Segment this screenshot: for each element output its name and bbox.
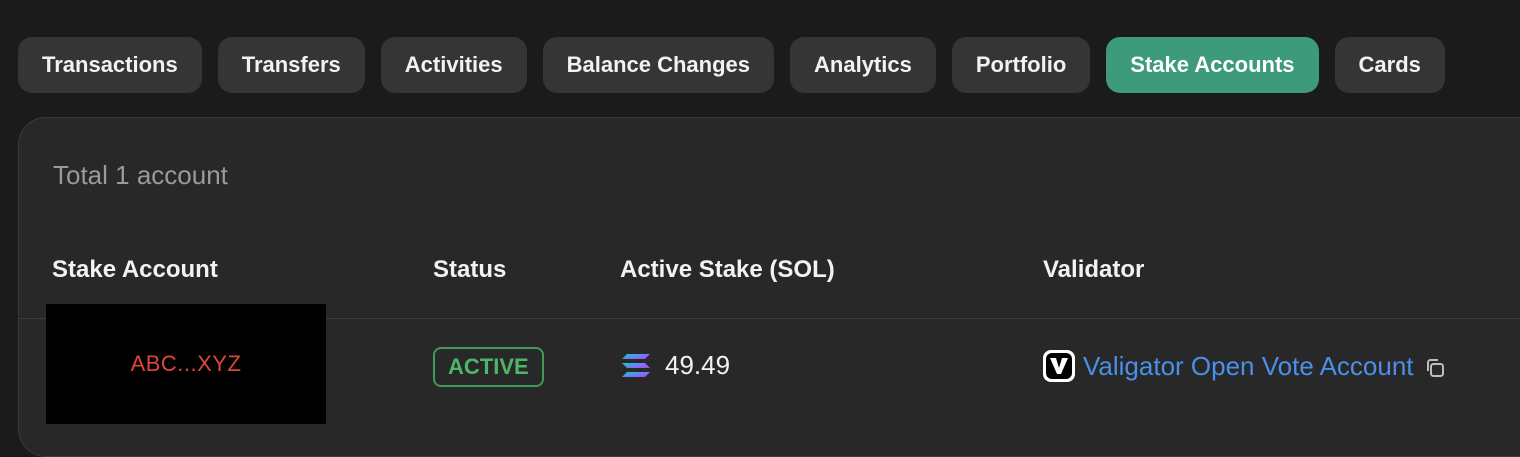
- validator-link[interactable]: Valigator Open Vote Account: [1083, 351, 1414, 382]
- active-stake-value: 49.49: [665, 350, 731, 380]
- tab-activities[interactable]: Activities: [380, 37, 527, 93]
- solana-icon: [622, 353, 650, 377]
- tab-analytics[interactable]: Analytics: [790, 37, 936, 93]
- tab-transactions[interactable]: Transactions: [18, 37, 202, 93]
- stake-accounts-panel: Total 1 account Stake Account Status Act…: [18, 117, 1520, 457]
- validator-cell: Valigator Open Vote Account: [1043, 350, 1446, 382]
- stake-account-address[interactable]: ABC...XYZ: [131, 351, 242, 377]
- header-stake-account: Stake Account: [52, 256, 218, 283]
- status-badge: ACTIVE: [433, 347, 544, 387]
- tab-bar: Transactions Transfers Activities Balanc…: [18, 37, 1445, 93]
- header-active-stake: Active Stake (SOL): [620, 256, 835, 283]
- header-status: Status: [433, 256, 507, 283]
- total-count-label: Total 1 account: [53, 160, 228, 190]
- tab-balance-changes[interactable]: Balance Changes: [542, 37, 775, 93]
- active-stake-cell: 49.49: [621, 350, 730, 381]
- tab-stake-accounts[interactable]: Stake Accounts: [1106, 37, 1319, 93]
- tab-cards[interactable]: Cards: [1334, 37, 1445, 93]
- valigator-logo-icon: [1043, 350, 1075, 382]
- stake-account-cell[interactable]: ABC...XYZ: [46, 304, 326, 424]
- tab-portfolio[interactable]: Portfolio: [951, 37, 1091, 93]
- copy-icon[interactable]: [1424, 357, 1446, 379]
- tab-transfers[interactable]: Transfers: [217, 37, 365, 93]
- header-validator: Validator: [1043, 256, 1145, 283]
